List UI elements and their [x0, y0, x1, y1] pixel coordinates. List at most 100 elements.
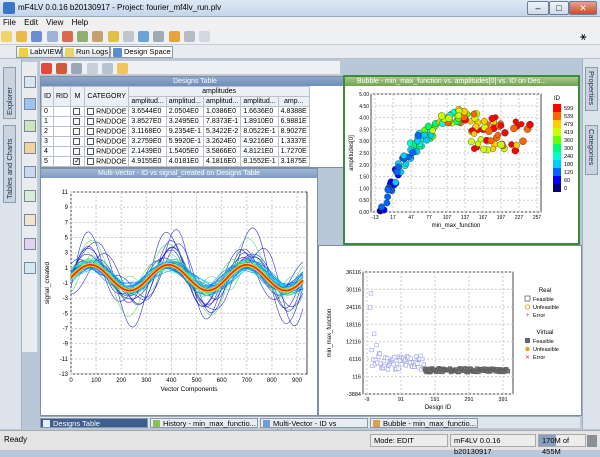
cell-m[interactable]: [71, 107, 85, 117]
col-amp1[interactable]: amplitud...: [166, 97, 203, 107]
rotate-icon[interactable]: [102, 63, 113, 74]
memory-indicator[interactable]: 170M of 455M: [538, 434, 586, 447]
dropdown-icon[interactable]: [199, 31, 210, 42]
paste-icon[interactable]: [92, 31, 103, 42]
bubble-point: [513, 119, 519, 125]
minimize-button[interactable]: –: [527, 1, 549, 15]
multi-vector-icon[interactable]: [24, 190, 36, 202]
y-tick-label: 4.00: [359, 116, 369, 122]
copy-icon[interactable]: [77, 31, 88, 42]
history-point: [397, 367, 401, 371]
tab-labview[interactable]: LabVIEW: [16, 46, 62, 58]
col-amp0[interactable]: amplitud...: [129, 97, 166, 107]
category-checkbox[interactable]: [87, 128, 94, 135]
cut-icon[interactable]: [62, 31, 73, 42]
doc-tab-history[interactable]: History - min_max_functio...: [150, 418, 258, 428]
mark-checkbox[interactable]: [73, 108, 80, 115]
col-category[interactable]: CATEGORY: [85, 87, 129, 107]
table-row[interactable]: 3RNDDOE3.2759E05.9920E-13.2624E04.9216E0…: [42, 137, 310, 147]
cell-amplitude: 1.0386E0: [204, 107, 241, 117]
filter-icon[interactable]: [41, 63, 52, 74]
doc-tab-multi-vector[interactable]: Multi-Vector - ID vs signal_...: [260, 418, 368, 428]
doc-tab-designs-table[interactable]: Designs Table: [40, 418, 148, 428]
x-axis-label: Design ID: [425, 405, 452, 411]
properties-tab[interactable]: Properties: [585, 67, 598, 111]
undo-icon[interactable]: [108, 31, 119, 42]
run-icon[interactable]: [138, 31, 149, 42]
bubble-point: [394, 169, 400, 175]
tab-design-space[interactable]: Design Space: [110, 46, 173, 58]
maximize-button[interactable]: □: [549, 1, 569, 15]
tab-run-logs[interactable]: Run Logs: [62, 46, 110, 58]
gc-icon[interactable]: [587, 435, 597, 447]
bubble-point: [510, 125, 517, 132]
category-checkbox[interactable]: [87, 108, 94, 115]
category-checkbox[interactable]: [87, 148, 94, 155]
category-checkbox[interactable]: [87, 138, 94, 145]
print-icon[interactable]: [47, 31, 58, 42]
parallel-icon[interactable]: [24, 120, 36, 132]
col-id[interactable]: ID: [42, 87, 54, 107]
bubble-icon[interactable]: [24, 238, 36, 250]
table-icon[interactable]: [24, 76, 36, 88]
scatter-icon[interactable]: [24, 98, 36, 110]
col-rid[interactable]: RID: [54, 87, 71, 107]
close-button[interactable]: ✕: [569, 1, 597, 15]
col-amp2[interactable]: amplitud...: [204, 97, 241, 107]
new-icon[interactable]: [1, 31, 12, 42]
table-row[interactable]: 4RNDDOE2.1439E01.5405E03.5866E04.8121E01…: [42, 147, 310, 157]
category-checkbox[interactable]: [87, 118, 94, 125]
categories-tab[interactable]: Categories: [585, 125, 598, 175]
lasso-icon[interactable]: [87, 63, 98, 74]
table-row[interactable]: 5✓RNDDOE4.9155E04.0181E04.1816E08.1552E-…: [42, 157, 310, 167]
cell-m[interactable]: [71, 117, 85, 127]
col-amp4[interactable]: amp...: [278, 97, 309, 107]
history-point: [404, 364, 408, 368]
table-toolbar: [40, 61, 340, 75]
settings-icon[interactable]: [169, 31, 180, 42]
mark-checkbox[interactable]: [73, 118, 80, 125]
mark-checkbox[interactable]: ✓: [73, 158, 80, 165]
col-amp3[interactable]: amplitud...: [241, 97, 278, 107]
mark-checkbox[interactable]: [73, 128, 80, 135]
menu-help[interactable]: Help: [69, 17, 91, 28]
surface-icon[interactable]: [24, 214, 36, 226]
col-m[interactable]: M: [71, 87, 85, 107]
table-row[interactable]: 2RNDDOE3.1168E09.2354E-15.3422E-28.0522E…: [42, 127, 310, 137]
y-tick-label: -13: [59, 372, 68, 378]
cell-m[interactable]: [71, 127, 85, 137]
table-row[interactable]: 1RNDDOE3.8527E03.2495E07.8373E-11.8910E0…: [42, 117, 310, 127]
mark-checkbox[interactable]: [73, 138, 80, 145]
line-chart-icon[interactable]: [24, 142, 36, 154]
redo-icon[interactable]: [123, 31, 134, 42]
history-point: [375, 343, 379, 347]
menu-edit[interactable]: Edit: [21, 17, 41, 28]
histogram-icon[interactable]: [24, 166, 36, 178]
y-tick-label: 2.00: [359, 163, 369, 169]
stop-icon[interactable]: [153, 31, 164, 42]
save-icon[interactable]: [31, 31, 42, 42]
explorer-tab[interactable]: Explorer: [3, 67, 16, 119]
cell-amplitude: 8.0522E-1: [241, 127, 278, 137]
category-checkbox[interactable]: [87, 158, 94, 165]
forward-icon[interactable]: [184, 31, 195, 42]
cell-m[interactable]: ✓: [71, 157, 85, 167]
doc-tab-bubble[interactable]: Bubble - min_max_functio...: [370, 418, 478, 428]
x-tick-label: 191: [430, 397, 439, 403]
select-icon[interactable]: [56, 63, 67, 74]
y-tick-label: -9: [63, 342, 69, 348]
legend-label: 60: [564, 178, 570, 184]
export-icon[interactable]: [117, 63, 128, 74]
history-icon[interactable]: [24, 262, 36, 274]
cell-m[interactable]: [71, 137, 85, 147]
cell-m[interactable]: [71, 147, 85, 157]
menu-view[interactable]: View: [43, 17, 66, 28]
y-axis-label: min_max_function: [327, 309, 333, 358]
tables-charts-tab[interactable]: Tables and Charts: [3, 125, 16, 203]
table-row[interactable]: 0RNDDOE3.6544E02.0504E01.0386E01.6636E04…: [42, 107, 310, 117]
mark-checkbox[interactable]: [73, 148, 80, 155]
open-icon[interactable]: [16, 31, 27, 42]
zoom-icon[interactable]: [71, 63, 82, 74]
menu-file[interactable]: File: [0, 17, 19, 28]
x-tick-label: 227: [515, 215, 524, 221]
